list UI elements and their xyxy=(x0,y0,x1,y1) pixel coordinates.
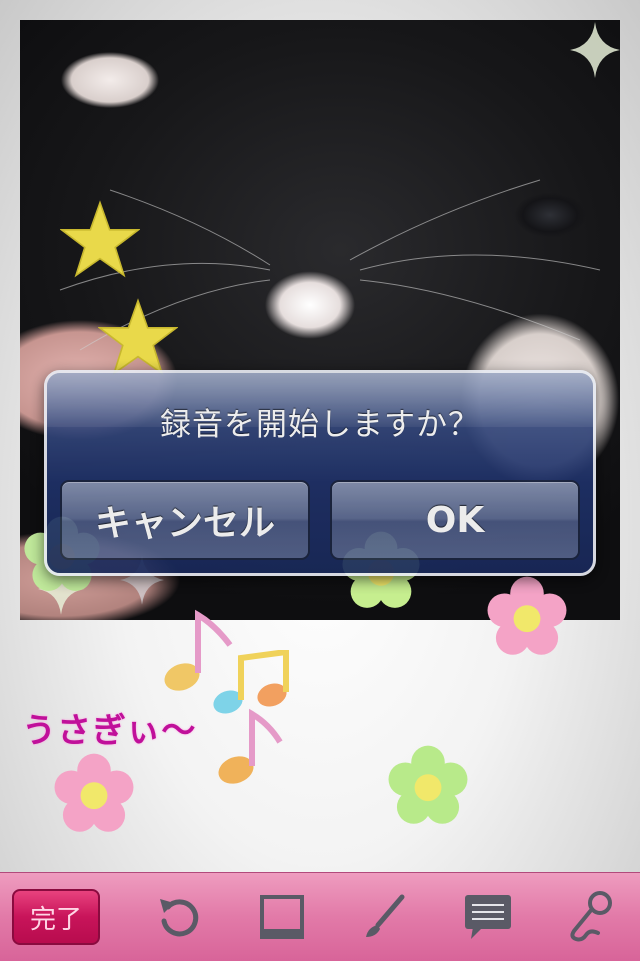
ok-button[interactable]: OK xyxy=(330,480,580,560)
flower-sticker xyxy=(487,576,567,655)
bottom-toolbar: 完了 xyxy=(0,872,640,961)
brush-icon[interactable] xyxy=(356,889,412,945)
dialog-title: 録音を開始しますか？ xyxy=(160,407,480,443)
undo-icon[interactable] xyxy=(152,889,208,945)
music-note-sticker xyxy=(218,708,283,784)
handwritten-caption: うさぎぃ〜 xyxy=(22,711,197,751)
frame-icon[interactable] xyxy=(254,889,310,945)
done-button[interactable]: 完了 xyxy=(12,889,100,945)
flower-sticker xyxy=(388,745,468,824)
star-sticker xyxy=(60,200,140,278)
cancel-button[interactable]: キャンセル xyxy=(60,480,310,560)
speech-bubble-icon[interactable] xyxy=(460,889,516,945)
record-confirm-dialog: 録音を開始しますか？ キャンセル OK xyxy=(44,370,596,576)
star-sticker xyxy=(98,298,178,376)
sparkle-sticker xyxy=(570,22,620,78)
flower-sticker xyxy=(54,753,134,832)
microphone-icon[interactable] xyxy=(562,889,618,945)
